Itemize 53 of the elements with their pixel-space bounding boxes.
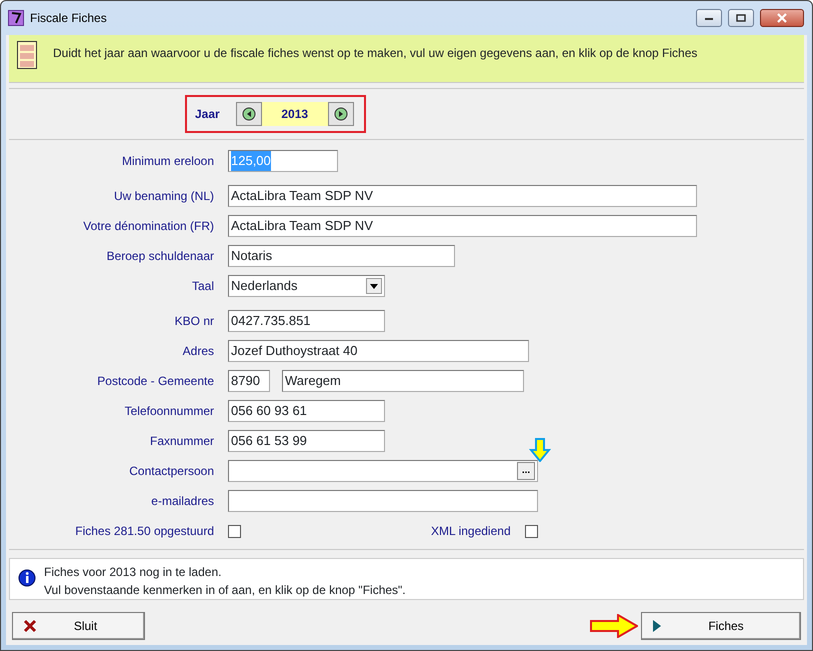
instruction-text: Duidt het jaar aan waarvoor u de fiscale fiches wenst op te maken, vul uw eigen gegevens aan, en klik op de knop Fiches — [53, 45, 698, 62]
text-field[interactable] — [228, 490, 538, 512]
field-label: Beroep schuldenaar — [106, 248, 215, 265]
field-label: Contactpersoon — [128, 463, 215, 480]
text-field[interactable]: 056 61 53 99 — [228, 430, 385, 452]
text-field[interactable]: 056 60 93 61 — [228, 400, 385, 422]
language-dropdown[interactable]: Nederlands — [228, 275, 385, 297]
field-label: Votre dénomination (FR) — [82, 218, 215, 235]
text-field[interactable]: Jozef Duthoystraat 40 — [228, 340, 529, 362]
field-label: Telefoonnummer — [124, 403, 215, 420]
document-icon — [17, 41, 37, 69]
maximize-icon — [736, 14, 746, 22]
minimize-button[interactable] — [696, 9, 722, 27]
close-button[interactable] — [760, 9, 804, 27]
text-field[interactable]: ActaLibra Team SDP NV — [228, 215, 697, 237]
field-label: e-mailadres — [150, 493, 215, 510]
lookup-button[interactable]: ... — [517, 462, 535, 480]
fiches-button[interactable]: Fiches — [641, 612, 801, 640]
field-label: Uw benaming (NL) — [112, 188, 215, 205]
window-title: Fiscale Fiches — [30, 10, 108, 27]
text-field[interactable]: Notaris — [228, 245, 455, 267]
checkbox[interactable] — [524, 524, 538, 538]
contact-field[interactable]: ... — [228, 460, 538, 482]
next-year-button[interactable] — [328, 102, 354, 126]
minimize-icon — [704, 15, 714, 21]
info-text: Vul bovenstaande kenmerken in of aan, en klik op de knop "Fiches". — [44, 582, 406, 599]
info-icon — [18, 569, 36, 587]
app-icon — [8, 10, 24, 26]
dropdown-icon — [370, 284, 378, 288]
city-field[interactable]: Waregem — [282, 370, 524, 392]
arrow-icon — [529, 438, 551, 462]
maximize-button[interactable] — [728, 9, 754, 27]
field-label: Minimum ereloon — [120, 153, 215, 170]
text-field[interactable]: ActaLibra Team SDP NV — [228, 185, 697, 207]
previous-year-button[interactable] — [236, 102, 262, 126]
field-label: Taal — [190, 278, 215, 295]
play-icon — [652, 619, 662, 633]
field-label: Faxnummer — [148, 433, 215, 450]
info-text: Fiches voor 2013 nog in te laden. — [44, 564, 222, 581]
year-label: Jaar — [195, 106, 220, 123]
checkbox-label: XML ingediend — [431, 523, 512, 540]
field-label: Postcode - Gemeente — [96, 373, 215, 390]
close-icon — [776, 13, 788, 23]
postcode-field[interactable]: 8790 — [228, 370, 270, 392]
close-button[interactable]: Sluit — [12, 612, 145, 640]
arrow-icon — [590, 614, 638, 638]
text-field[interactable]: 0427.735.851 — [228, 310, 385, 332]
checkbox-label: Fiches 281.50 opgestuurd — [74, 523, 215, 540]
checkbox[interactable] — [228, 524, 241, 538]
close-icon — [23, 619, 37, 633]
field-label: KBO nr — [174, 313, 215, 330]
field-label: Adres — [182, 343, 215, 360]
year-value: 2013 — [262, 102, 328, 126]
